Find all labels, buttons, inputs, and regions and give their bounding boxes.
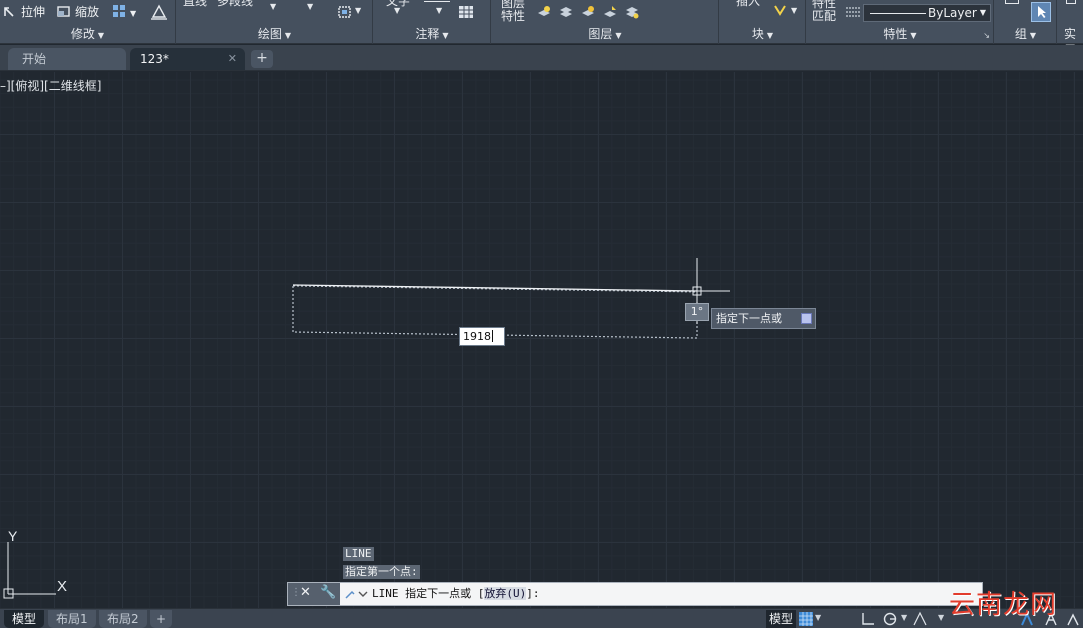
length-value: 1918 — [463, 330, 491, 343]
command-input[interactable]: LINE 指定下一点或 [放弃(U)]: — [372, 583, 539, 605]
drawing-overlay — [292, 258, 730, 339]
command-prompt-text: LINE 指定下一点或 [ — [372, 587, 485, 600]
tab-layout2[interactable]: 布局2 — [99, 610, 147, 628]
ortho-icon[interactable] — [860, 611, 876, 627]
polar-chevron-icon[interactable]: ▼ — [901, 613, 907, 622]
status-bar: 模型 布局1 布局2 + 模型 ▼ ▼ ▼ — [0, 608, 1083, 628]
options-down-icon[interactable] — [801, 313, 812, 324]
dynamic-prompt-text: 指定下一点或 — [716, 312, 782, 325]
workspace-icon[interactable] — [1065, 611, 1081, 627]
command-history-line: 指定第一个点: — [343, 565, 420, 579]
text-caret — [492, 330, 493, 342]
dynamic-prompt[interactable]: 指定下一点或 — [711, 308, 816, 329]
length-input[interactable]: 1918 — [459, 327, 505, 346]
command-line-tools: ⋮ ✕ 🔧 — [288, 583, 340, 605]
command-recent-icon[interactable] — [344, 586, 368, 602]
model-space-button[interactable]: 模型 — [766, 610, 796, 628]
add-layout-button[interactable]: + — [150, 610, 173, 628]
grid-icon[interactable] — [798, 611, 814, 627]
rubber-band-line — [292, 284, 698, 292]
ucs-x-label: X — [57, 578, 67, 595]
grid-chevron-icon[interactable]: ▼ — [815, 613, 821, 622]
close-icon[interactable]: ✕ — [300, 585, 311, 600]
isodraft-chevron-icon[interactable]: ▼ — [938, 613, 944, 622]
polar-icon[interactable] — [882, 611, 898, 627]
dimension-guide-line — [292, 285, 698, 293]
tab-model[interactable]: 模型 — [4, 610, 45, 628]
angle-input[interactable]: 1° — [685, 303, 709, 321]
watermark: 云南龙网 — [949, 590, 1058, 620]
ucs-icon: Y X — [3, 528, 67, 599]
command-history-line: LINE — [343, 547, 374, 561]
tab-layout1[interactable]: 布局1 — [48, 610, 96, 628]
wrench-icon[interactable]: 🔧 — [320, 585, 336, 600]
command-option-undo[interactable]: 放弃(U) — [484, 587, 527, 600]
command-prompt-suffix: ]: — [526, 587, 540, 600]
isodraft-icon[interactable] — [912, 611, 928, 627]
command-line: ⋮ ✕ 🔧 LINE 指定下一点或 [放弃(U)]: — [287, 582, 983, 606]
ucs-y-label: Y — [8, 528, 18, 544]
